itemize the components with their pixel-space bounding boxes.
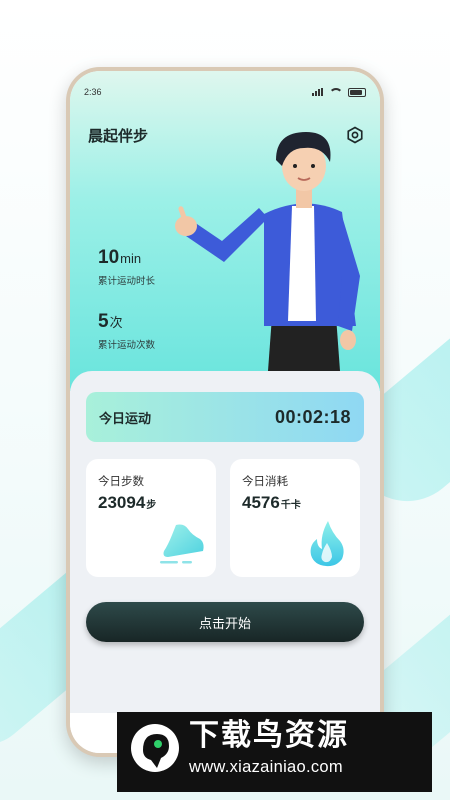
watermark-url: www.xiazainiao.com (189, 758, 343, 776)
start-button[interactable]: 点击开始 (86, 602, 364, 642)
total-count-unit: 次 (109, 315, 123, 330)
total-duration-label: 累计运动时长 (98, 276, 156, 287)
total-count-stat: 5次 累计运动次数 (98, 311, 155, 351)
today-exercise-timer: 00:02:18 (274, 406, 351, 427)
total-count-value: 5 (98, 311, 109, 332)
steps-card: 今日步数 23094步 (86, 459, 216, 577)
calories-card: 今日消耗 4576千卡 (230, 459, 360, 577)
status-icons (312, 87, 366, 97)
status-time: 2:36 (84, 87, 102, 97)
calories-unit: 千卡 (280, 500, 301, 511)
total-duration-value: 10 (98, 247, 120, 268)
total-duration-stat: 10min 累计运动时长 (98, 247, 155, 287)
total-count-label: 累计运动次数 (98, 340, 156, 351)
battery-icon (348, 87, 366, 97)
today-exercise-bar: 今日运动 00:02:18 (86, 392, 364, 442)
content-area: 今日运动 00:02:18 今日步数 23094步 今日消耗 4576千卡 点击… (70, 371, 380, 753)
signal-icon (312, 88, 324, 96)
phone-frame: 2:36 晨起伴步 10min 累计运动时长 5次 累计运动次数 今日运动 00… (66, 67, 384, 757)
calories-value-row: 4576千卡 (242, 493, 301, 513)
today-exercise-label: 今日运动 (99, 410, 152, 426)
steps-value-row: 23094步 (98, 493, 156, 513)
watermark-banner: 下载鸟资源 www.xiazainiao.com (117, 712, 432, 792)
header-area: 2:36 晨起伴步 10min 累计运动时长 5次 累计运动次数 (70, 71, 380, 391)
steps-unit: 步 (146, 500, 157, 511)
flame-icon (310, 521, 344, 567)
steps-value: 23094 (98, 493, 146, 512)
status-bar: 2:36 (84, 85, 366, 99)
watermark-title: 下载鸟资源 (189, 719, 349, 752)
steps-label: 今日步数 (98, 476, 144, 488)
shoe-icon (160, 524, 204, 564)
calories-value: 4576 (242, 493, 280, 512)
wifi-icon (329, 87, 343, 97)
character-illustration (175, 132, 360, 371)
calories-label: 今日消耗 (242, 476, 288, 488)
bird-logo-icon (131, 724, 179, 772)
phone-screen: 2:36 晨起伴步 10min 累计运动时长 5次 累计运动次数 今日运动 00… (70, 71, 380, 753)
app-title: 晨起伴步 (88, 128, 149, 145)
total-duration-unit: min (120, 251, 142, 266)
